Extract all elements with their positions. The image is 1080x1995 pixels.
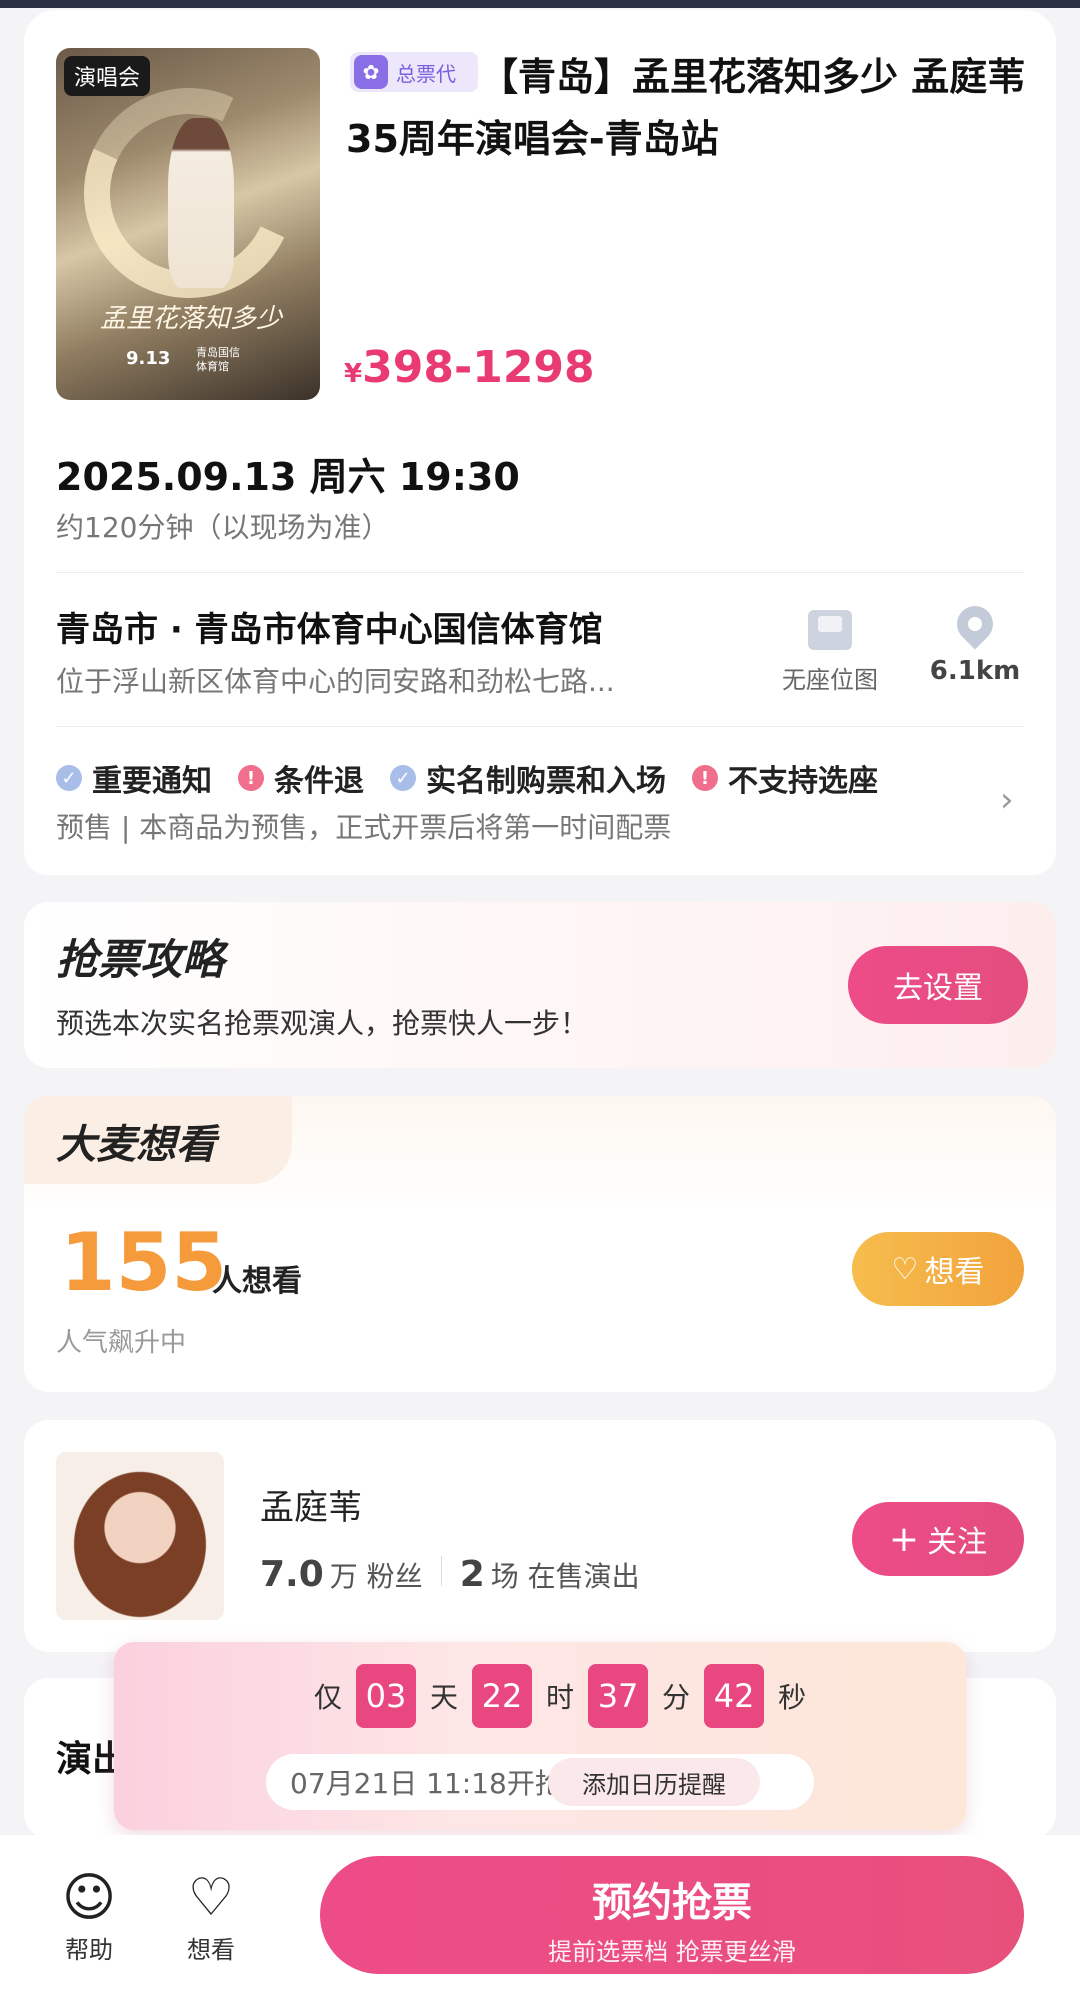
divider	[56, 572, 1024, 573]
distance-value: 6.1km	[929, 656, 1021, 686]
artist-name[interactable]: 孟庭苇	[260, 1480, 362, 1529]
heart-plus-icon: ♡	[187, 1868, 235, 1928]
alert-icon: !	[692, 765, 718, 791]
status-strip	[0, 0, 1080, 8]
poster-artist-figure	[168, 118, 234, 288]
venue-address[interactable]: 位于浮山新区体育中心的同安路和劲松七路...	[56, 660, 706, 700]
go-setup-button[interactable]: 去设置	[848, 946, 1028, 1024]
poster-venue: 青岛国信 体育馆	[196, 346, 240, 373]
notice-important: ✓ 重要通知	[56, 756, 212, 800]
help-label: 帮助	[65, 1936, 113, 1964]
reserve-sub-label: 提前选票档 抢票更丝滑	[548, 1937, 796, 1966]
artist-avatar[interactable]	[56, 1452, 224, 1620]
reserve-ticket-button[interactable]: 预约抢票 提前选票档 抢票更丝滑	[320, 1856, 1024, 1974]
check-icon: ✓	[390, 765, 416, 791]
notice-row[interactable]: ✓ 重要通知 ! 条件退 ✓ 实名制购票和入场 ! 不支持选座	[56, 756, 904, 800]
price-value: 398-1298	[362, 342, 595, 393]
reserve-main-label: 预约抢票	[592, 1879, 752, 1926]
countdown-minutes: 37	[588, 1664, 649, 1728]
poster-date: 9.13	[126, 348, 171, 369]
want-button[interactable]: ♡ 想看	[852, 1232, 1024, 1306]
notice-real-name: ✓ 实名制购票和入场	[390, 756, 666, 800]
shows-count: 2	[459, 1554, 485, 1595]
event-duration: 约120分钟（以现场为准）	[56, 511, 390, 544]
countdown-panel: 仅 03 天 22 时 37 分 42 秒 07月21日 11:18开抢 添加日…	[114, 1642, 966, 1830]
countdown-days: 03	[356, 1664, 417, 1728]
divider	[56, 726, 1024, 727]
agent-badge: ✿ 总票代	[350, 52, 478, 92]
notice-label: 不支持选座	[728, 764, 878, 799]
venue-name[interactable]: 青岛市 · 青岛市体育中心国信体育馆	[56, 602, 603, 651]
flower-icon: ✿	[354, 55, 388, 89]
days-label: 天	[430, 1681, 459, 1714]
add-calendar-reminder-button[interactable]: 添加日历提醒	[548, 1758, 760, 1806]
help-button[interactable]: ☺ 帮助	[44, 1866, 134, 1965]
fans-unit: 万 粉丝	[329, 1560, 423, 1593]
seconds-label: 秒	[778, 1681, 807, 1714]
follow-button[interactable]: + 关注	[852, 1502, 1024, 1576]
countdown-prefix: 仅	[314, 1681, 343, 1714]
location-pin-icon	[949, 598, 1001, 650]
want-title: 大麦想看	[56, 1122, 216, 1168]
want-button-label: 想看	[924, 1255, 985, 1290]
check-icon: ✓	[56, 765, 82, 791]
seat-map-button[interactable]: 无座位图	[770, 610, 890, 695]
want-tab-label: 想看	[187, 1936, 235, 1964]
want-count: 155	[60, 1216, 227, 1309]
minutes-label: 分	[662, 1681, 691, 1714]
want-trend: 人气飙升中	[56, 1328, 187, 1358]
countdown-timer: 仅 03 天 22 时 37 分 42 秒	[314, 1664, 806, 1728]
notice-label: 实名制购票和入场	[426, 764, 666, 799]
plus-icon: +	[888, 1518, 920, 1560]
chevron-right-icon[interactable]: ›	[1000, 780, 1014, 820]
smile-chat-icon: ☺	[61, 1868, 117, 1928]
fans-count: 7.0	[260, 1554, 324, 1595]
event-poster[interactable]: 孟里花落知多少 9.13 青岛国信 体育馆 演唱会	[56, 48, 320, 400]
notice-label: 条件退	[274, 764, 364, 799]
distance-button[interactable]: 6.1km	[920, 598, 1030, 686]
heart-plus-icon: ♡	[891, 1251, 919, 1287]
price-range: ¥398-1298	[344, 342, 595, 393]
want-unit: 人想看	[212, 1264, 302, 1299]
strategy-title: 抢票攻略	[56, 935, 225, 984]
seat-map-label: 无座位图	[782, 666, 878, 694]
poster-art-text: 孟里花落知多少	[99, 304, 282, 334]
presale-note: 预售 | 本商品为预售，正式开票后将第一时间配票	[56, 811, 672, 844]
notice-refund: ! 条件退	[238, 756, 364, 800]
alert-icon: !	[238, 765, 264, 791]
want-tab-button[interactable]: ♡ 想看	[166, 1866, 256, 1965]
category-tag: 演唱会	[64, 56, 151, 96]
notice-label: 重要通知	[92, 764, 212, 799]
currency-symbol: ¥	[344, 359, 363, 389]
seat-icon	[808, 610, 852, 650]
shows-unit: 场 在售演出	[490, 1560, 640, 1593]
follow-label: 关注	[927, 1525, 988, 1560]
notice-no-seat-select: ! 不支持选座	[692, 756, 878, 800]
stats-separator	[440, 1556, 442, 1586]
event-datetime: 2025.09.13 周六 19:30	[56, 455, 520, 499]
strategy-subtitle: 预选本次实名抢票观演人，抢票快人一步！	[56, 1007, 589, 1040]
countdown-seconds: 42	[704, 1664, 765, 1728]
hours-label: 时	[546, 1681, 575, 1714]
countdown-hours: 22	[472, 1664, 533, 1728]
artist-stats: 7.0 万 粉丝 2 场 在售演出	[260, 1554, 640, 1595]
agent-badge-label: 总票代	[396, 61, 456, 86]
